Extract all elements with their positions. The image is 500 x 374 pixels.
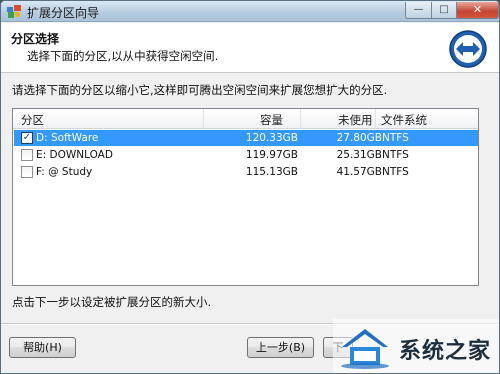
back-button[interactable]: 上一步(B) — [247, 337, 314, 358]
row-checkbox[interactable] — [21, 166, 33, 178]
help-button[interactable]: 帮助(H) — [9, 337, 76, 358]
column-divider[interactable] — [375, 109, 376, 128]
column-divider[interactable] — [300, 109, 301, 128]
partition-free: 41.57GB — [336, 166, 382, 178]
app-icon — [7, 5, 21, 18]
wizard-window: 扩展分区向导 — □ ✕ 分区选择 选择下面的分区,以从中获得空闲空间. 请选择… — [0, 0, 500, 374]
partition-filesystem: NTFS — [382, 132, 409, 144]
partition-free: 25.31GB — [336, 149, 382, 161]
partition-name: D: SoftWare — [36, 132, 99, 144]
partition-filesystem: NTFS — [382, 166, 409, 178]
row-checkbox[interactable] — [21, 149, 33, 161]
list-header: 分区 容量 未使用 文件系统 — [13, 109, 478, 129]
partition-name: E: DOWNLOAD — [36, 149, 113, 161]
column-header-free[interactable]: 未使用 — [338, 112, 373, 128]
partition-list[interactable]: 分区 容量 未使用 文件系统 ✓ D: SoftWare 120.33GB 27… — [12, 108, 479, 286]
watermark: 系统之家 — [333, 319, 499, 373]
watermark-text: 系统之家 — [399, 339, 492, 364]
partition-capacity: 119.97GB — [245, 149, 298, 161]
resize-arrows-icon — [449, 30, 487, 68]
column-header-capacity[interactable]: 容量 — [260, 112, 283, 128]
column-header-filesystem[interactable]: 文件系统 — [381, 112, 427, 128]
partition-capacity: 115.13GB — [245, 166, 298, 178]
partition-name: F: @ Study — [36, 166, 93, 178]
partition-free: 27.80GB — [336, 132, 382, 144]
minimize-button[interactable]: — — [405, 2, 432, 19]
partition-capacity: 120.33GB — [245, 132, 298, 144]
table-row[interactable]: E: DOWNLOAD 119.97GB 25.31GB NTFS — [14, 147, 478, 163]
maximize-button[interactable]: □ — [431, 2, 457, 19]
hint-text: 点击下一步以设定被扩展分区的新大小. — [12, 295, 212, 309]
house-logo-icon — [341, 329, 389, 369]
table-row[interactable]: ✓ D: SoftWare 120.33GB 27.80GB NTFS — [14, 130, 478, 146]
window-title: 扩展分区向导 — [27, 6, 100, 20]
page-title: 分区选择 — [11, 32, 60, 46]
table-row[interactable]: F: @ Study 115.13GB 41.57GB NTFS — [14, 164, 478, 180]
row-checkbox[interactable]: ✓ — [21, 132, 33, 144]
column-divider[interactable] — [203, 109, 204, 128]
partition-filesystem: NTFS — [382, 149, 409, 161]
page-subtitle: 选择下面的分区,以从中获得空闲空间. — [27, 49, 219, 63]
wizard-header: 分区选择 选择下面的分区,以从中获得空闲空间. — [1, 23, 499, 73]
title-bar[interactable]: 扩展分区向导 — □ ✕ — [1, 1, 499, 22]
close-button[interactable]: ✕ — [456, 2, 499, 19]
instruction-text: 请选择下面的分区以缩小它,这样即可腾出空闲空间来扩展您想扩大的分区. — [12, 83, 388, 97]
column-header-partition[interactable]: 分区 — [21, 112, 44, 128]
